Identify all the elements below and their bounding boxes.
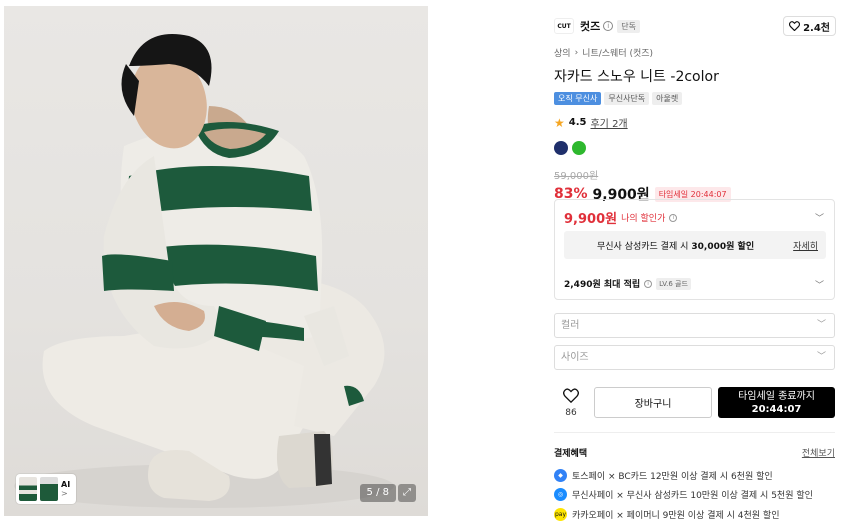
review-link[interactable]: 후기 2개 [590,115,627,130]
brand-name[interactable]: 컷즈 [580,18,600,34]
chevron-right-icon: > [61,489,68,498]
badge-exclusive: 무신사단독 [604,92,650,105]
thumbnail-2[interactable] [40,477,58,501]
benefit-box: 9,900원 나의 할인가 i ﹀ 무신사 삼성카드 결제 시 30,000원 … [554,199,835,300]
expand-icon[interactable]: ⤢ [398,484,416,502]
chevron-down-icon[interactable]: ﹀ [815,211,824,224]
payment-benefit-item[interactable]: ◆ 토스페이 × BC카드 12만원 이상 결제 시 6천원 할인 [554,469,773,482]
info-icon[interactable]: i [669,213,678,222]
kakao-pay-icon: pay [554,508,567,521]
info-icon[interactable]: i [644,279,653,288]
color-swatch-green[interactable] [572,141,586,155]
color-swatch-navy[interactable] [554,141,568,155]
like-button[interactable]: 86 [558,388,584,418]
chevron-down-icon: ﹀ [816,320,826,330]
payment-benefit-item[interactable]: ◎ 무신사페이 × 무신사 삼성카드 10만원 이상 결제 시 5천원 할인 [554,488,813,501]
ai-label: AI [61,480,71,489]
toss-pay-icon: ◆ [554,469,567,482]
thumbnail-1[interactable] [19,477,37,501]
payment-benefit-text: 카카오페이 × 페이머니 9만원 이상 결제 시 4천원 할인 [572,511,780,521]
brand-row: CUT 컷즈 i 단독 2.4천 [554,14,836,38]
level-tag: LV.6 골드 [656,277,691,290]
brand-like-count: 2.4천 [803,22,830,34]
product-info-panel: CUT 컷즈 i 단독 2.4천 상의 › 니트/스웨터 (컷즈) 자카드 스노… [554,14,836,204]
heart-icon [563,388,579,404]
brand-logo[interactable]: CUT [554,18,574,34]
chevron-right-icon: › [574,47,579,58]
payment-benefits-header: 결제혜택 전체보기 [554,446,835,459]
ai-thumbnail-strip[interactable]: AI > [16,474,76,504]
chevron-down-icon: ﹀ [816,352,826,362]
breadcrumb: 상의 › 니트/스웨터 (컷즈) [554,46,836,60]
brand-exclusive-tag: 단독 [617,19,640,33]
payment-benefit-item[interactable]: pay 카카오페이 × 페이머니 9만원 이상 결제 시 4천원 할인 [554,508,779,521]
breadcrumb-item[interactable]: 니트/스웨터 (컷즈) [582,46,653,59]
color-swatches [554,141,836,155]
like-count: 86 [565,408,577,418]
model-illustration [14,34,394,508]
card-discount-banner: 무신사 삼성카드 결제 시 30,000원 할인 자세히 [564,231,826,259]
image-counter: 5 / 8 [359,484,396,502]
card-detail-link[interactable]: 자세히 [793,239,818,252]
card-discount-amount: 30,000원 할인 [691,241,755,252]
view-all-link[interactable]: 전체보기 [802,446,835,459]
breadcrumb-item[interactable]: 상의 [554,46,571,59]
divider [554,432,835,433]
star-icon: ★ [554,115,565,130]
badge-only-musinsa: 오직 무신사 [554,92,602,105]
original-price: 59,000원 [554,171,599,182]
buy-button-timer: 20:44:07 [751,403,802,415]
points-text: 2,490원 최대 적립 [564,280,641,290]
info-icon[interactable]: i [603,21,614,31]
my-price: 9,900원 [564,212,618,227]
payment-benefit-text: 토스페이 × BC카드 12만원 이상 결제 시 6천원 할인 [572,472,773,482]
buy-button[interactable]: 타임세일 종료까지 20:44:07 [718,387,835,418]
heart-icon [789,21,801,31]
rating-score: 4.5 [568,117,587,128]
my-price-label: 나의 할인가 [621,214,666,224]
musinsa-pay-icon: ◎ [554,488,567,501]
size-select[interactable]: 사이즈 ﹀ [554,345,835,370]
size-select-placeholder: 사이즈 [561,352,589,363]
color-select[interactable]: 컬러 ﹀ [554,313,835,338]
buy-button-line1: 타임세일 종료까지 [738,390,815,402]
payment-benefit-text: 무신사페이 × 무신사 삼성카드 10만원 이상 결제 시 5천원 할인 [572,491,813,501]
product-title: 자카드 스노우 니트 -2color [554,69,719,85]
points-row[interactable]: 2,490원 최대 적립 i LV.6 골드 [564,277,691,290]
color-select-placeholder: 컬러 [561,320,580,331]
card-discount-text: 무신사 삼성카드 결제 시 [597,241,689,252]
brand-like-button[interactable]: 2.4천 [783,16,836,36]
add-to-cart-button[interactable]: 장바구니 [594,387,712,418]
payment-benefits-title: 결제혜택 [554,449,588,459]
badge-outlet: 아울렛 [652,92,683,105]
product-badges: 오직 무신사 무신사단독 아울렛 [554,92,836,105]
my-price-row[interactable]: 9,900원 나의 할인가 i [564,208,678,227]
chevron-down-icon[interactable]: ﹀ [815,278,824,291]
product-image[interactable]: AI > 5 / 8 ⤢ [4,6,428,516]
rating: ★ 4.5 후기 2개 [554,115,836,131]
